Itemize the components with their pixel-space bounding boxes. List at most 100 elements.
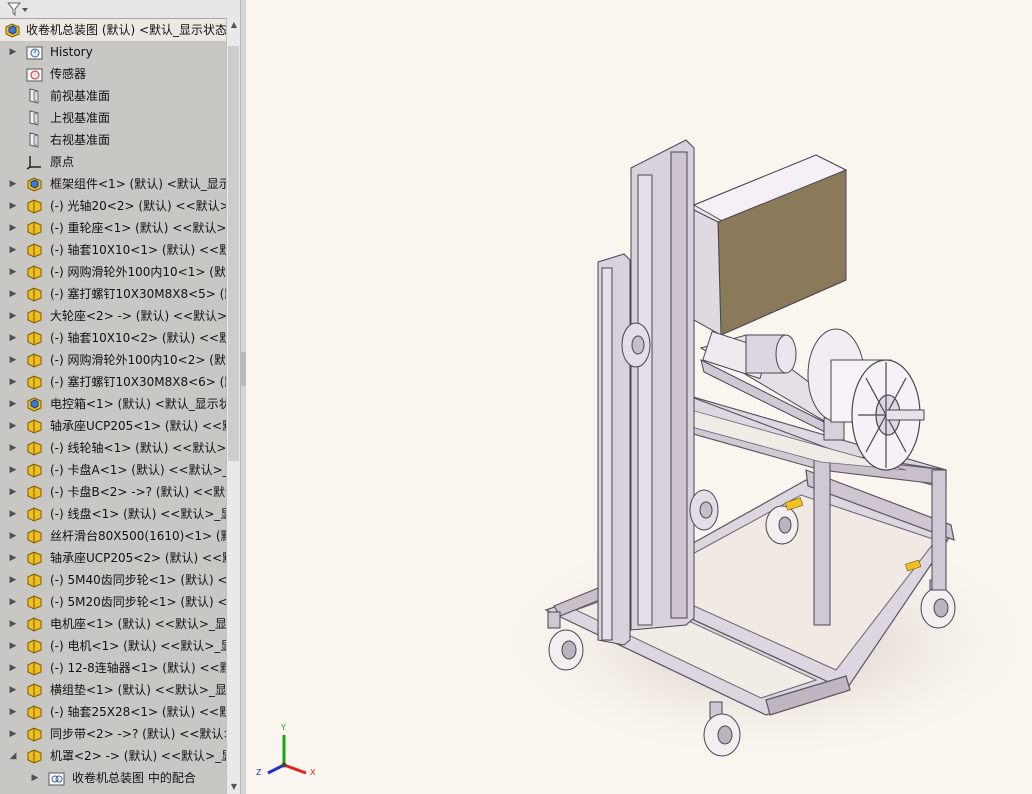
tree-item[interactable]: ▶ (-) 卡盘B<2> ->? (默认) <<默认 bbox=[0, 481, 226, 503]
triad-y-label: Y bbox=[281, 723, 286, 732]
tree-item[interactable]: ▶ 收卷机总装图 中的配合 bbox=[0, 767, 226, 789]
tree-item[interactable]: ▶ (-) 卡盘A<1> (默认) <<默认>_显 bbox=[0, 459, 226, 481]
tree-item[interactable]: ▶ (-) 网购滑轮外100内10<2> (默认 bbox=[0, 349, 226, 371]
expand-arrow-icon[interactable]: ▶ bbox=[8, 375, 18, 389]
tree-item[interactable]: ▶ 同步带<2> ->? (默认) <<默认>_ bbox=[0, 723, 226, 745]
tree-item[interactable]: ▶ (-) 线轮轴<1> (默认) <<默认>_ bbox=[0, 437, 226, 459]
tree-item-label: (-) 轴套10X10<2> (默认) <<默认 bbox=[50, 331, 226, 345]
expand-arrow-icon[interactable]: ▶ bbox=[8, 463, 18, 477]
expand-arrow-icon[interactable]: ▶ bbox=[8, 45, 18, 59]
tree-filter-bar bbox=[0, 0, 240, 19]
expand-arrow-icon[interactable]: ▶ bbox=[8, 177, 18, 191]
graphics-viewport[interactable]: Y X Z bbox=[246, 0, 1032, 794]
expand-arrow-icon[interactable]: ▶ bbox=[8, 595, 18, 609]
expand-arrow-icon[interactable]: ▶ bbox=[8, 441, 18, 455]
tree-item[interactable]: ▶ (-) 轴套10X10<1> (默认) <<默 bbox=[0, 239, 226, 261]
column-front bbox=[597, 253, 631, 646]
tree-item[interactable]: ▶ 轴承座UCP205<2> (默认) <<默认 bbox=[0, 547, 226, 569]
tree-item[interactable]: ▶ (-) 5M40齿同步轮<1> (默认) < bbox=[0, 569, 226, 591]
tree-scrollbar[interactable]: ▲ ▼ bbox=[226, 18, 241, 794]
motor bbox=[745, 334, 797, 374]
expand-arrow-icon[interactable]: ▶ bbox=[8, 353, 18, 367]
tree-item-label: (-) 5M40齿同步轮<1> (默认) < bbox=[50, 573, 226, 587]
control-cabinet bbox=[692, 154, 848, 336]
part-icon bbox=[26, 704, 43, 720]
view-triad: Y X Z bbox=[254, 723, 324, 785]
part-icon bbox=[26, 726, 43, 742]
part-icon bbox=[26, 440, 43, 456]
expand-arrow-icon[interactable]: ▶ bbox=[8, 551, 18, 565]
tree-item[interactable]: ◢ 机罩<2> -> (默认) <<默认>_显 bbox=[0, 745, 226, 767]
tree-item[interactable]: ▶ (-) 12-8连轴器<1> (默认) <<默认 bbox=[0, 657, 226, 679]
expand-arrow-icon[interactable]: ▶ bbox=[8, 243, 18, 257]
tree-item[interactable]: ▶ (-) 5M20齿同步轮<1> (默认) < bbox=[0, 591, 226, 613]
expand-arrow-icon[interactable]: ▶ bbox=[8, 199, 18, 213]
expand-arrow-icon[interactable]: ▶ bbox=[8, 331, 18, 345]
filter-icon[interactable] bbox=[4, 1, 30, 17]
scroll-down-arrow-icon[interactable]: ▼ bbox=[227, 780, 241, 794]
expand-arrow-icon[interactable]: ▶ bbox=[8, 287, 18, 301]
tree-item-label: 轴承座UCP205<2> (默认) <<默认 bbox=[50, 551, 226, 565]
tree-item-label: (-) 卡盘A<1> (默认) <<默认>_显 bbox=[50, 463, 226, 477]
expand-arrow-icon[interactable]: ▶ bbox=[8, 705, 18, 719]
tree-item[interactable]: ▶ (-) 塞打螺钉10X30M8X8<6> (默 bbox=[0, 371, 226, 393]
collapse-arrow-icon[interactable]: ◢ bbox=[8, 749, 18, 763]
expand-arrow-icon[interactable]: ▶ bbox=[8, 727, 18, 741]
expand-arrow-icon[interactable]: ▶ bbox=[8, 573, 18, 587]
tree-item[interactable]: ▶ (-) 网购滑轮外100内10<1> (默认 bbox=[0, 261, 226, 283]
part-icon bbox=[26, 330, 43, 346]
expand-arrow-icon[interactable]: ▶ bbox=[8, 485, 18, 499]
tree-item[interactable]: 上视基准面 bbox=[0, 107, 226, 129]
tree-item-label: 上视基准面 bbox=[50, 111, 111, 125]
tree-item[interactable]: ▶ 丝杆滑台80X500(1610)<1> (默认 bbox=[0, 525, 226, 547]
expand-arrow-icon[interactable]: ▶ bbox=[8, 639, 18, 653]
tree-item[interactable]: ▶ (-) 重轮座<1> (默认) <<默认>_ bbox=[0, 217, 226, 239]
expand-arrow-icon[interactable]: ▶ bbox=[8, 265, 18, 279]
tree-item[interactable]: 右视基准面 bbox=[0, 129, 226, 151]
tree-item[interactable]: ▶ (-) 电机<1> (默认) <<默认>_显 bbox=[0, 635, 226, 657]
tree-item-label: (-) 线盘<1> (默认) <<默认>_显 bbox=[50, 507, 226, 521]
tree-item[interactable]: 传感器 bbox=[0, 63, 226, 85]
tree-item-label: (-) 网购滑轮外100内10<1> (默认 bbox=[50, 265, 226, 279]
expand-arrow-icon[interactable]: ▶ bbox=[8, 683, 18, 697]
tree-item-label: (-) 塞打螺钉10X30M8X8<6> (默 bbox=[50, 375, 226, 389]
part-icon bbox=[26, 462, 43, 478]
part-icon bbox=[26, 220, 43, 236]
part-icon bbox=[26, 198, 43, 214]
tree-item[interactable]: ▶ (-) 光轴20<2> (默认) <<默认>_ bbox=[0, 195, 226, 217]
scroll-thumb[interactable] bbox=[228, 46, 239, 461]
winder-machine-model[interactable] bbox=[246, 0, 1032, 794]
tree-item[interactable]: ▶ 电控箱<1> (默认) <默认_显示状 bbox=[0, 393, 226, 415]
expand-arrow-icon[interactable]: ▶ bbox=[8, 661, 18, 675]
expand-arrow-icon[interactable]: ▶ bbox=[8, 221, 18, 235]
tree-item[interactable]: ▶ (-) 塞打螺钉10X30M8X8<5> (默 bbox=[0, 283, 226, 305]
tree-item[interactable]: ▶ 横组垫<1> (默认) <<默认>_显示 bbox=[0, 679, 226, 701]
tree-item[interactable]: 前视基准面 bbox=[0, 85, 226, 107]
tree-item[interactable]: ▶ (-) 轴套25X28<1> (默认) <<默认 bbox=[0, 701, 226, 723]
tree-item[interactable]: ▶ 电机座<1> (默认) <<默认>_显示 bbox=[0, 613, 226, 635]
expand-arrow-icon[interactable]: ▶ bbox=[8, 309, 18, 323]
part-icon bbox=[26, 528, 43, 544]
scroll-up-arrow-icon[interactable]: ▲ bbox=[227, 18, 241, 32]
tree-item[interactable]: ▶ 轴承座UCP205<1> (默认) <<默认 bbox=[0, 415, 226, 437]
expand-arrow-icon[interactable]: ▶ bbox=[8, 507, 18, 521]
tree-item[interactable]: ▶ (-) 线盘<1> (默认) <<默认>_显 bbox=[0, 503, 226, 525]
tree-item[interactable]: ▶ 大轮座<2> -> (默认) <<默认>_ bbox=[0, 305, 226, 327]
expand-arrow-icon[interactable]: ▶ bbox=[8, 529, 18, 543]
mates-folder-icon bbox=[48, 770, 65, 786]
triad-x-label: X bbox=[310, 768, 316, 777]
expand-arrow-icon[interactable]: ▶ bbox=[8, 397, 18, 411]
expand-arrow-icon[interactable]: ▶ bbox=[30, 771, 40, 785]
tree-item[interactable]: ▶ (-) 轴套10X10<2> (默认) <<默认 bbox=[0, 327, 226, 349]
tree-item-label: 前视基准面 bbox=[50, 89, 111, 103]
tree-item[interactable]: ▶ History bbox=[0, 41, 226, 63]
tree-item-label: 收卷机总装图 (默认) <默认_显示状态 bbox=[26, 23, 226, 37]
expand-arrow-icon[interactable]: ▶ bbox=[8, 419, 18, 433]
expand-arrow-icon[interactable]: ▶ bbox=[8, 617, 18, 631]
part-icon bbox=[26, 418, 43, 434]
tree-item[interactable]: ▶ 框架组件<1> (默认) <默认_显示 bbox=[0, 173, 226, 195]
part-icon bbox=[26, 572, 43, 588]
tree-item[interactable]: 原点 bbox=[0, 151, 226, 173]
part-icon bbox=[26, 308, 43, 324]
tree-root-item[interactable]: 收卷机总装图 (默认) <默认_显示状态 bbox=[0, 19, 226, 41]
